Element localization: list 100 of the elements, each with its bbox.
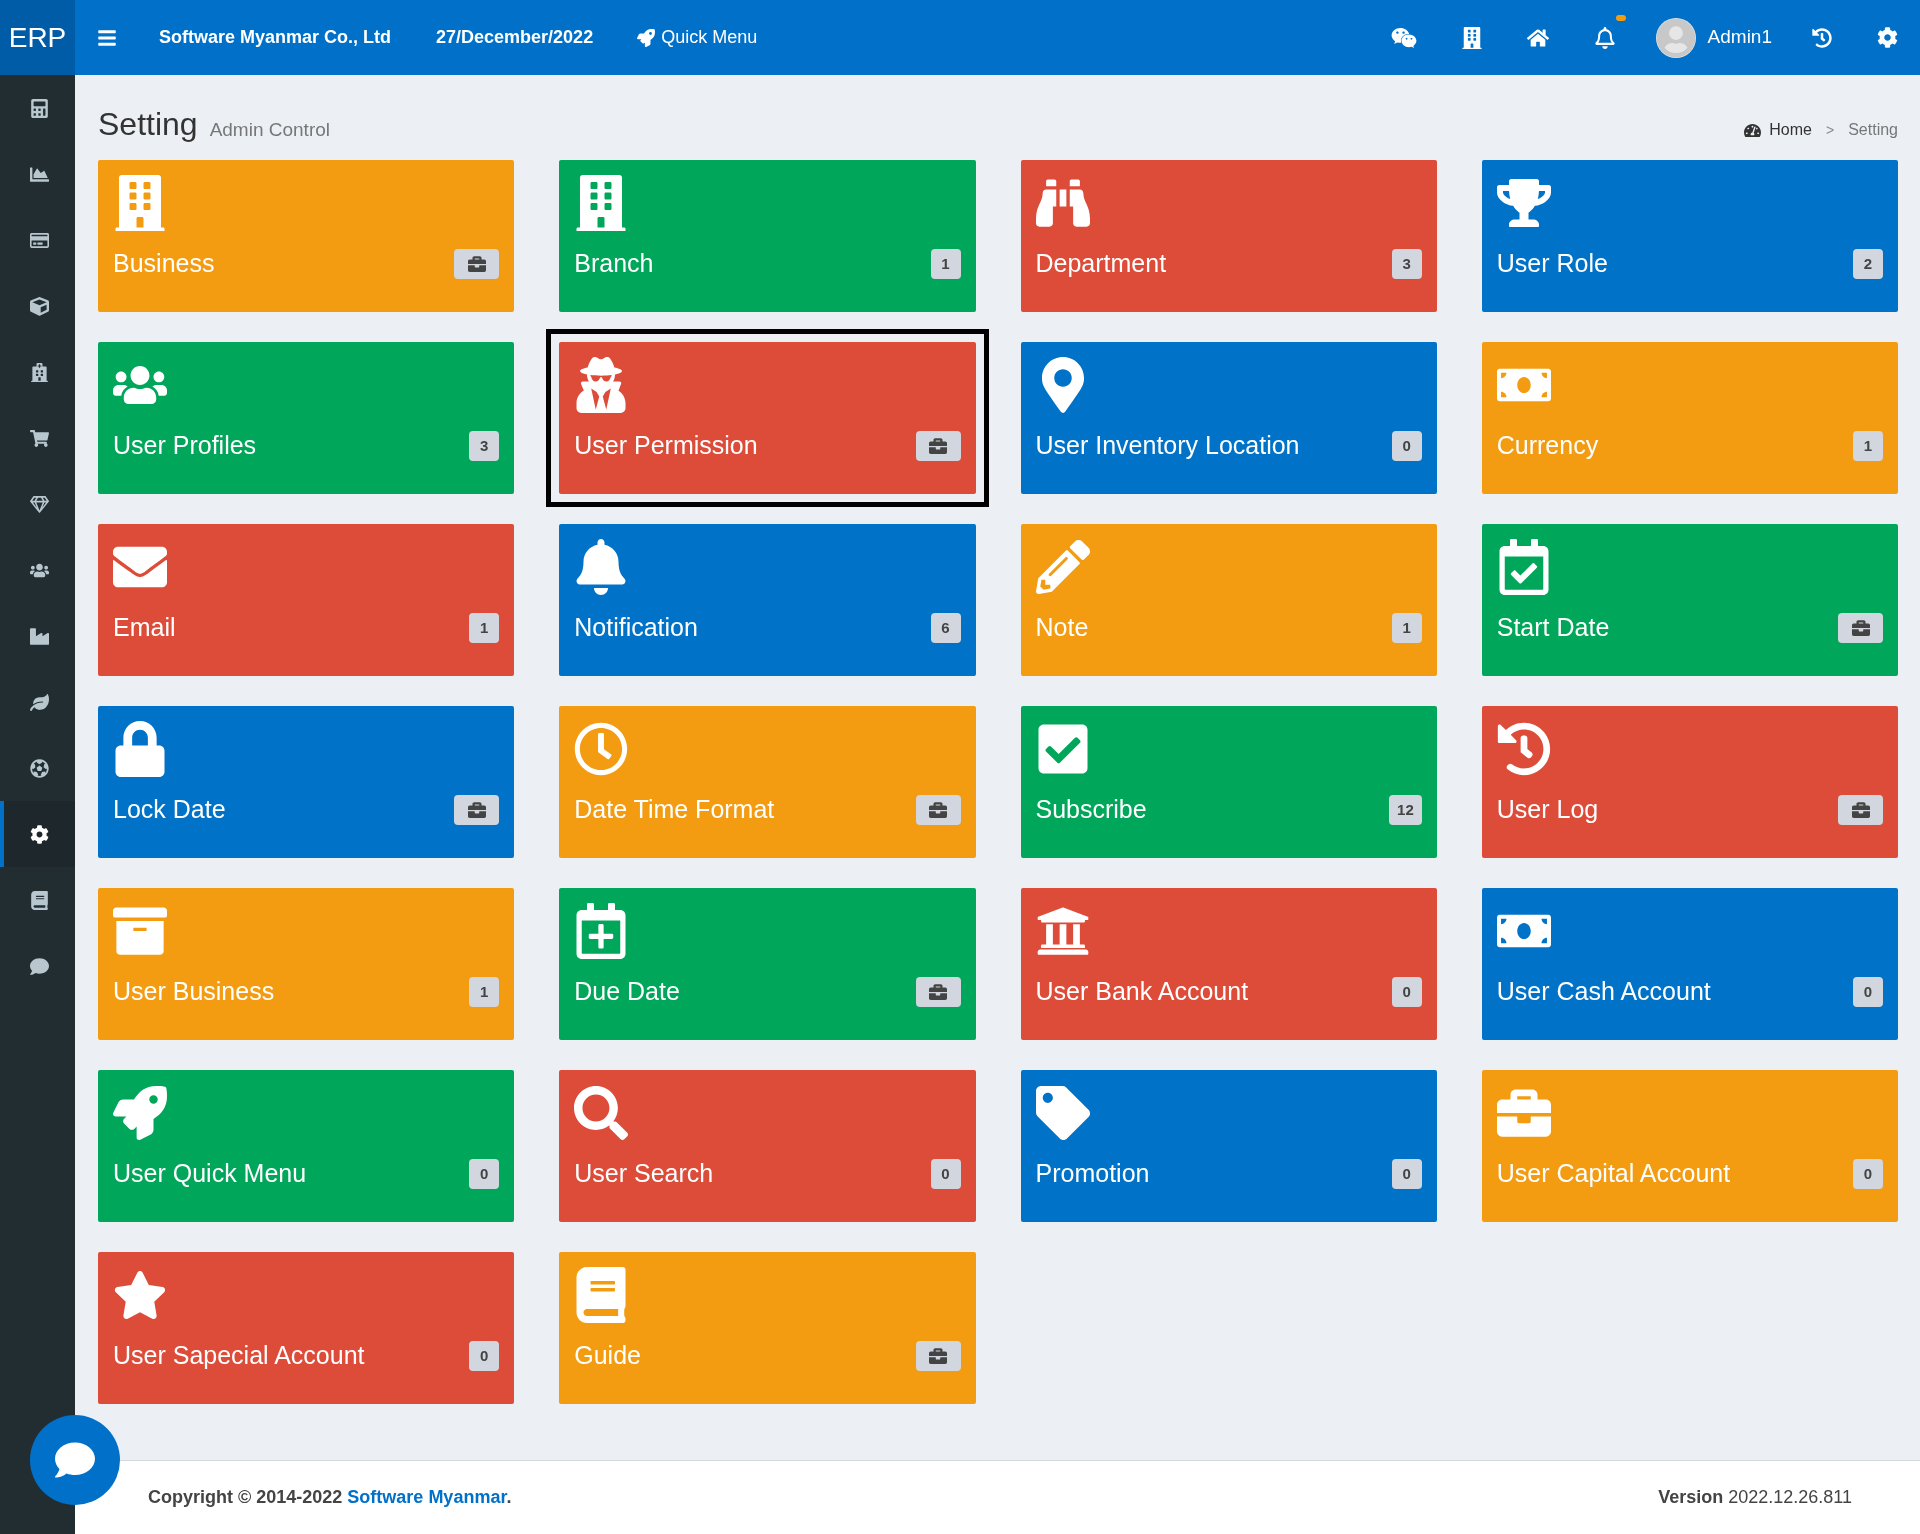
setting-tile[interactable]: Notification 6 xyxy=(559,524,976,676)
tile-label: Start Date xyxy=(1496,612,1610,643)
cart-icon xyxy=(30,428,49,448)
tile-label: Notification xyxy=(574,612,698,643)
gem-icon xyxy=(30,494,49,514)
tile-label: User Inventory Location xyxy=(1035,430,1300,461)
settings-icon xyxy=(30,824,49,844)
briefcase-badge xyxy=(915,794,961,825)
leaf-icon xyxy=(30,692,49,712)
briefcase-badge xyxy=(1838,794,1883,825)
tile-label: Department xyxy=(1035,248,1167,279)
tile-label: User Profiles xyxy=(113,430,257,461)
breadcrumb-separator: > xyxy=(1826,120,1835,140)
count-badge: 0 xyxy=(1853,976,1883,1007)
setting-tile[interactable]: User Search 0 xyxy=(559,1070,976,1222)
setting-tile[interactable]: User Permission xyxy=(559,342,976,494)
rocket-icon xyxy=(113,1085,167,1141)
setting-tile[interactable]: Promotion 0 xyxy=(1020,1070,1437,1222)
tile-label: Business xyxy=(113,248,215,279)
cube-icon xyxy=(30,296,49,316)
count-badge: 0 xyxy=(1391,976,1422,1007)
tile-label: Date Time Format xyxy=(574,794,775,825)
company-link[interactable]: Software Myanmar xyxy=(347,1487,507,1507)
dashboard-icon xyxy=(1744,121,1762,139)
setting-tile[interactable]: User Quick Menu 0 xyxy=(98,1070,515,1222)
building-icon[interactable] xyxy=(1461,26,1482,49)
tile-label: User Permission xyxy=(574,430,758,461)
count-badge: 1 xyxy=(930,248,961,279)
setting-tile[interactable]: User Business 1 xyxy=(98,888,515,1040)
area-chart-icon xyxy=(30,164,49,184)
tile-label: Branch xyxy=(574,248,654,279)
tile-label: Lock Date xyxy=(113,794,226,825)
page-subtitle: Admin Control xyxy=(209,117,330,142)
rocket-icon xyxy=(637,28,656,47)
tile-label: Due Date xyxy=(574,976,680,1007)
tile-label: Promotion xyxy=(1035,1158,1150,1189)
app-logo[interactable]: ERP xyxy=(0,0,75,75)
tile-label: User Bank Account xyxy=(1035,976,1249,1007)
setting-tile[interactable]: Branch 1 xyxy=(559,160,976,312)
chat-icon xyxy=(55,1440,95,1480)
home-link[interactable]: Home xyxy=(1769,118,1812,142)
calendar-plus-icon xyxy=(574,903,629,959)
clock-icon xyxy=(574,721,629,777)
page-title: Setting xyxy=(98,105,198,144)
count-badge: 2 xyxy=(1853,248,1883,279)
count-badge: 1 xyxy=(1391,612,1422,643)
setting-tile[interactable]: Subscribe 12 xyxy=(1020,706,1437,858)
tile-label: User Log xyxy=(1496,794,1599,825)
setting-tile[interactable]: User Bank Account 0 xyxy=(1020,888,1437,1040)
sidebar-item[interactable] xyxy=(0,801,75,867)
tile-label: User Role xyxy=(1496,248,1608,279)
home-icon[interactable] xyxy=(1526,26,1549,49)
menu-icon[interactable] xyxy=(97,27,117,48)
tile-label: Guide xyxy=(574,1340,641,1371)
count-badge: 0 xyxy=(1853,1158,1883,1189)
briefcase-badge xyxy=(454,794,500,825)
tile-label: User Business xyxy=(113,976,275,1007)
setting-tile[interactable]: User Inventory Location 0 xyxy=(1020,342,1437,494)
tile-label: User Sapecial Account xyxy=(113,1340,365,1371)
search-icon xyxy=(574,1085,629,1141)
setting-tile[interactable]: User Capital Account 0 xyxy=(1481,1070,1898,1222)
settings-icon[interactable] xyxy=(1877,27,1898,48)
tile-label: Currency xyxy=(1496,430,1599,461)
count-badge: 0 xyxy=(930,1158,961,1189)
count-badge: 3 xyxy=(1391,248,1422,279)
version-text: Version 2022.12.26.811 xyxy=(1658,1486,1852,1509)
tile-label: User Capital Account xyxy=(1496,1158,1731,1189)
setting-tile[interactable]: User Profiles 3 xyxy=(98,342,515,494)
count-badge: 0 xyxy=(1391,1158,1422,1189)
lock-icon xyxy=(113,721,167,777)
count-badge: 12 xyxy=(1389,794,1422,825)
quick-menu-link[interactable]: Quick Menu xyxy=(637,24,758,51)
count-badge: 6 xyxy=(930,612,961,643)
copyright-text: Copyright © 2014-2022 Software Myanmar. xyxy=(148,1486,512,1509)
setting-tile[interactable]: Email 1 xyxy=(98,524,515,676)
factory-icon xyxy=(30,626,49,646)
setting-tile[interactable]: Note 1 xyxy=(1020,524,1437,676)
setting-tile[interactable]: User Role 2 xyxy=(1481,160,1898,312)
setting-tile[interactable]: Currency 1 xyxy=(1481,342,1898,494)
setting-tile[interactable]: User Cash Account 0 xyxy=(1481,888,1898,1040)
user-name[interactable]: Admin1 xyxy=(1707,23,1772,52)
spy-icon xyxy=(574,357,629,413)
setting-tile[interactable]: User Sapecial Account 0 xyxy=(98,1252,515,1404)
current-date: 27/December/2022 xyxy=(436,26,594,49)
history-icon[interactable] xyxy=(1812,27,1832,48)
briefcase-badge xyxy=(915,430,961,461)
setting-tile[interactable]: Lock Date xyxy=(98,706,515,858)
pencil-icon xyxy=(1035,539,1090,595)
tile-label: User Cash Account xyxy=(1496,976,1711,1007)
setting-tile[interactable]: User Log xyxy=(1481,706,1898,858)
company-name: Software Myanmar Co., Ltd xyxy=(159,26,392,49)
tile-label: User Quick Menu xyxy=(113,1158,307,1189)
chat-icon xyxy=(30,956,49,976)
history-icon xyxy=(1496,721,1551,777)
book-icon xyxy=(574,1267,629,1323)
building-icon xyxy=(113,175,167,231)
tile-label: Note xyxy=(1035,612,1089,643)
building-icon xyxy=(30,362,49,382)
setting-tile[interactable]: Department 3 xyxy=(1020,160,1437,312)
building-icon xyxy=(574,175,629,231)
